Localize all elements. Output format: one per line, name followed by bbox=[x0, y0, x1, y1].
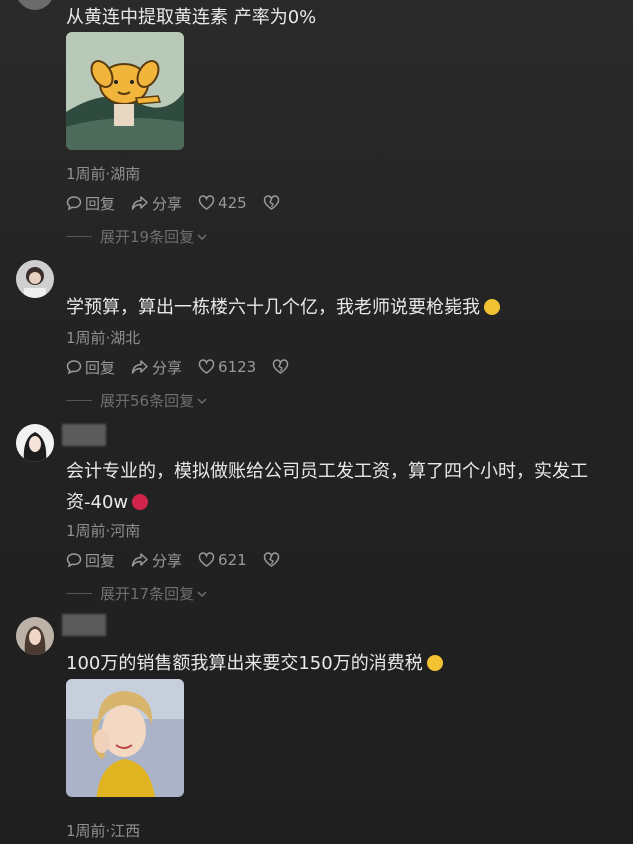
share-label: 分享 bbox=[152, 194, 183, 213]
username[interactable] bbox=[62, 614, 106, 636]
speech-bubble-icon bbox=[66, 553, 82, 568]
dislike-button[interactable] bbox=[263, 552, 283, 568]
comment-text: 会计专业的，模拟做账给公司员工发工资，算了四个小时，实发工资-40w bbox=[66, 456, 613, 518]
timestamp-location: 1周前·河南 bbox=[66, 522, 141, 540]
comment-text: 学预算，算出一栋楼六十几个亿，我老师说要枪毙我 bbox=[66, 292, 613, 323]
avatar[interactable] bbox=[16, 0, 54, 10]
timestamp-location: 1周前·湖南 bbox=[66, 165, 141, 183]
dislike-button[interactable] bbox=[272, 359, 292, 375]
speech-bubble-icon bbox=[66, 360, 82, 375]
like-button[interactable]: 621 bbox=[198, 551, 247, 569]
action-bar: 回复 分享 425 bbox=[66, 192, 299, 214]
chevron-down-icon bbox=[197, 397, 207, 404]
like-button[interactable]: 425 bbox=[198, 194, 247, 212]
share-arrow-icon bbox=[131, 196, 148, 210]
like-count: 6123 bbox=[218, 358, 257, 376]
share-label: 分享 bbox=[152, 358, 183, 377]
heart-icon bbox=[198, 552, 215, 567]
expand-replies-label: 展开17条回复 bbox=[100, 585, 195, 603]
action-bar: 回复 分享 6123 bbox=[66, 356, 308, 378]
divider bbox=[66, 236, 92, 237]
avatar[interactable] bbox=[16, 260, 54, 298]
rose-emoji-icon bbox=[132, 494, 149, 510]
comment-text-content: 学预算，算出一栋楼六十几个亿，我老师说要枪毙我 bbox=[66, 297, 480, 318]
share-arrow-icon bbox=[131, 360, 148, 374]
share-button[interactable]: 分享 bbox=[131, 193, 182, 214]
comment-text: 从黄连中提取黄连素 产率为0% bbox=[66, 7, 317, 28]
expand-replies[interactable]: 展开17条回复 bbox=[66, 583, 208, 604]
expand-replies-label: 展开19条回复 bbox=[100, 228, 195, 246]
cartoon-dog-image[interactable] bbox=[66, 32, 184, 150]
grin-emoji-icon bbox=[484, 299, 500, 315]
comment-text-content: 100万的销售额我算出来要交150万的消费税 bbox=[66, 653, 423, 674]
like-count: 621 bbox=[218, 551, 247, 569]
divider bbox=[66, 593, 92, 594]
heart-icon bbox=[198, 195, 215, 210]
timestamp-location: 1周前·湖北 bbox=[66, 329, 141, 347]
avatar[interactable] bbox=[16, 424, 54, 462]
reply-button[interactable]: 回复 bbox=[66, 357, 115, 378]
expand-replies-label: 展开56条回复 bbox=[100, 392, 195, 410]
reply-button[interactable]: 回复 bbox=[66, 550, 115, 571]
broken-heart-icon bbox=[263, 552, 279, 567]
divider bbox=[66, 400, 92, 401]
broken-heart-icon bbox=[263, 195, 279, 210]
expand-replies[interactable]: 展开19条回复 bbox=[66, 226, 208, 247]
dislike-button[interactable] bbox=[263, 195, 283, 211]
broken-heart-icon bbox=[272, 359, 289, 374]
grin-emoji-icon bbox=[426, 655, 443, 671]
speech-bubble-icon bbox=[66, 196, 82, 211]
avatar[interactable] bbox=[16, 617, 54, 655]
share-label: 分享 bbox=[152, 551, 183, 570]
heart-icon bbox=[198, 359, 215, 374]
chevron-down-icon bbox=[197, 590, 207, 597]
chevron-down-icon bbox=[197, 233, 207, 240]
username[interactable] bbox=[62, 424, 106, 446]
reply-button[interactable]: 回复 bbox=[66, 193, 115, 214]
woman-photo-image[interactable] bbox=[66, 679, 184, 797]
like-button[interactable]: 6123 bbox=[198, 358, 256, 376]
reply-label: 回复 bbox=[85, 551, 116, 570]
comment-text: 100万的销售额我算出来要交150万的消费税 bbox=[66, 648, 613, 679]
share-button[interactable]: 分享 bbox=[131, 550, 182, 571]
share-arrow-icon bbox=[131, 553, 148, 567]
like-count: 425 bbox=[218, 194, 247, 212]
share-button[interactable]: 分享 bbox=[131, 357, 182, 378]
timestamp-location: 1周前·江西 bbox=[66, 822, 141, 840]
reply-label: 回复 bbox=[85, 358, 116, 377]
reply-label: 回复 bbox=[85, 194, 116, 213]
expand-replies[interactable]: 展开56条回复 bbox=[66, 390, 208, 411]
action-bar: 回复 分享 621 bbox=[66, 549, 299, 571]
